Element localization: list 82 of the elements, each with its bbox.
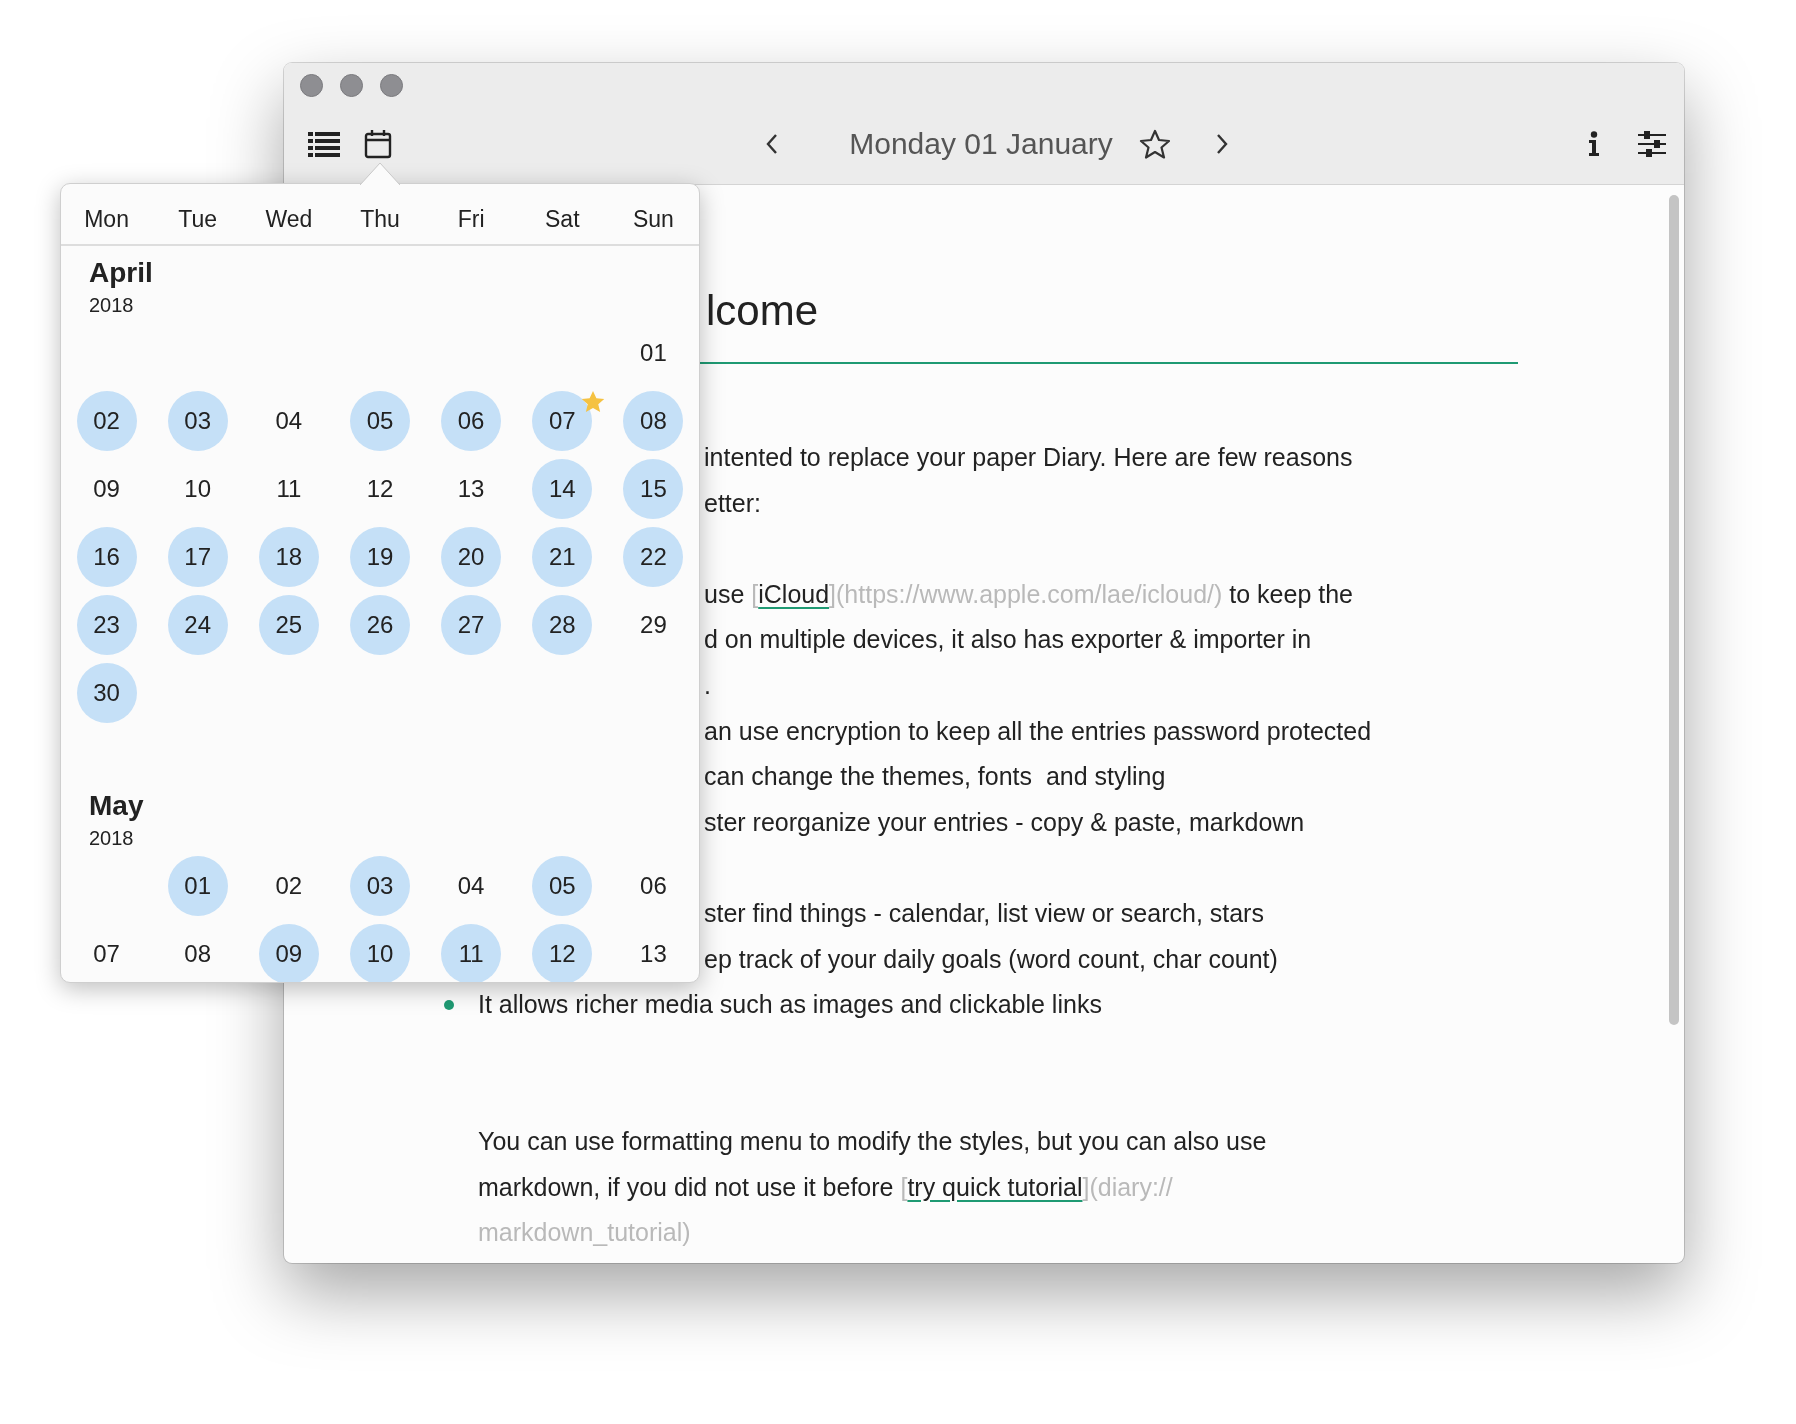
paragraph-text: You can use formatting menu to modify the styles, but you can also use markdown, if you did not use it before [try quick tutorial](diary:// markdown_tutorial) (478, 1125, 1268, 1249)
calendar-day[interactable]: 27 (441, 595, 502, 655)
month-year: 2018 (89, 826, 134, 851)
calendar-day[interactable]: 04 (258, 391, 319, 451)
list-item: It allows richer media such as images and clickable links (478, 989, 1102, 1021)
calendar-day[interactable]: 17 (167, 527, 228, 587)
calendar-day[interactable]: 10 (350, 924, 410, 982)
list-icon[interactable] (308, 131, 340, 157)
text-line: ep track of your daily goals (word count, char count) (704, 943, 1278, 975)
weekday-label: Fri (457, 205, 485, 233)
text-line: can change the themes, fonts and styling (704, 761, 1166, 793)
calendar-day[interactable]: 26 (350, 595, 410, 655)
previous-icon[interactable] (765, 133, 780, 155)
text-line: use [iCloud](https://www.apple.com/lae/icloud/) to keep the (704, 578, 1353, 610)
calendar-day[interactable]: 18 (258, 527, 319, 587)
calendar-day[interactable]: 14 (532, 459, 593, 519)
heading: lcome (706, 287, 819, 334)
bullet-icon (444, 1000, 454, 1011)
text-line: . (704, 669, 711, 701)
calendar-day[interactable]: 13 (441, 459, 502, 519)
weekday-label: Thu (360, 205, 400, 233)
calendar-day[interactable]: 07 (76, 924, 137, 982)
calendar-day[interactable]: 20 (441, 527, 502, 587)
calendar-day[interactable]: 04 (441, 856, 502, 916)
calendar-day[interactable]: 09 (258, 924, 319, 982)
calendar-day[interactable]: 08 (623, 391, 684, 451)
minimize-button[interactable] (340, 74, 363, 97)
calendar-day[interactable]: 29 (623, 595, 684, 655)
calendar-day[interactable]: 13 (623, 924, 684, 982)
calendar-day[interactable]: 19 (350, 527, 410, 587)
calendar-day[interactable]: 11 (441, 924, 502, 982)
calendar-day[interactable]: 21 (532, 527, 593, 587)
zoom-button[interactable] (380, 74, 403, 97)
text-line: ster reorganize your entries - copy & paste, markdown (704, 806, 1305, 838)
info-icon[interactable] (1588, 131, 1600, 157)
text-line: etter: (704, 487, 761, 519)
star-icon[interactable] (1138, 129, 1171, 159)
calendar-day[interactable]: 23 (76, 595, 137, 655)
weekday-label: Tue (178, 205, 218, 233)
link[interactable]: try quick tutorial (907, 1172, 1083, 1201)
weekday-label: Mon (84, 205, 129, 233)
link[interactable]: iCloud (758, 579, 830, 608)
calendar-day[interactable]: 09 (76, 459, 137, 519)
text-line: an use encryption to keep all the entries password protected (704, 715, 1372, 747)
next-icon[interactable] (1214, 133, 1229, 155)
calendar-day[interactable]: 30 (76, 663, 137, 723)
calendar-day[interactable]: 08 (167, 924, 228, 982)
calendar-day[interactable]: 28 (532, 595, 593, 655)
calendar-day[interactable]: 01 (623, 323, 684, 383)
month-year: 2018 (89, 293, 134, 318)
month-name: May (89, 789, 144, 823)
calendar-day[interactable]: 10 (167, 459, 228, 519)
calendar-day[interactable]: 05 (532, 856, 593, 916)
calendar-day[interactable]: 15 (623, 459, 684, 519)
calendar-day[interactable]: 05 (350, 391, 410, 451)
scrollbar-thumb[interactable] (1669, 195, 1679, 1025)
weekday-label: Sun (632, 205, 674, 233)
sliders-icon[interactable] (1638, 131, 1666, 157)
calendar-day[interactable]: 12 (532, 924, 593, 982)
calendar-day[interactable]: 12 (350, 459, 410, 519)
calendar-day[interactable]: 02 (76, 391, 137, 451)
calendar-day[interactable]: 24 (167, 595, 228, 655)
month-name: April (89, 256, 153, 290)
text-line: ster find things - calendar, list view or search, stars (704, 897, 1264, 929)
calendar-icon[interactable] (364, 129, 392, 159)
text-line: intented to replace your paper Diary. Here are few reasons (704, 442, 1353, 473)
calendar-day[interactable]: 01 (167, 856, 228, 916)
calendar-day[interactable]: 11 (258, 459, 319, 519)
calendar-day[interactable]: 06 (441, 391, 502, 451)
text-line: d on multiple devices, it also has exporter & importer in (704, 624, 1312, 656)
calendar-day[interactable]: 22 (623, 527, 684, 587)
calendar-day[interactable]: 25 (258, 595, 319, 655)
calendar-day[interactable]: 02 (258, 856, 319, 916)
weekday-label: Sat (545, 205, 580, 233)
date-title: Monday 01 January (849, 127, 1113, 161)
weekday-label: Wed (265, 205, 313, 233)
calendar-day[interactable]: 16 (76, 527, 137, 587)
calendar-day[interactable]: 03 (167, 391, 228, 451)
calendar-day[interactable]: 07 (532, 391, 593, 451)
close-button[interactable] (300, 74, 323, 97)
calendar-day[interactable]: 06 (623, 856, 684, 916)
calendar-day[interactable]: 03 (350, 856, 410, 916)
